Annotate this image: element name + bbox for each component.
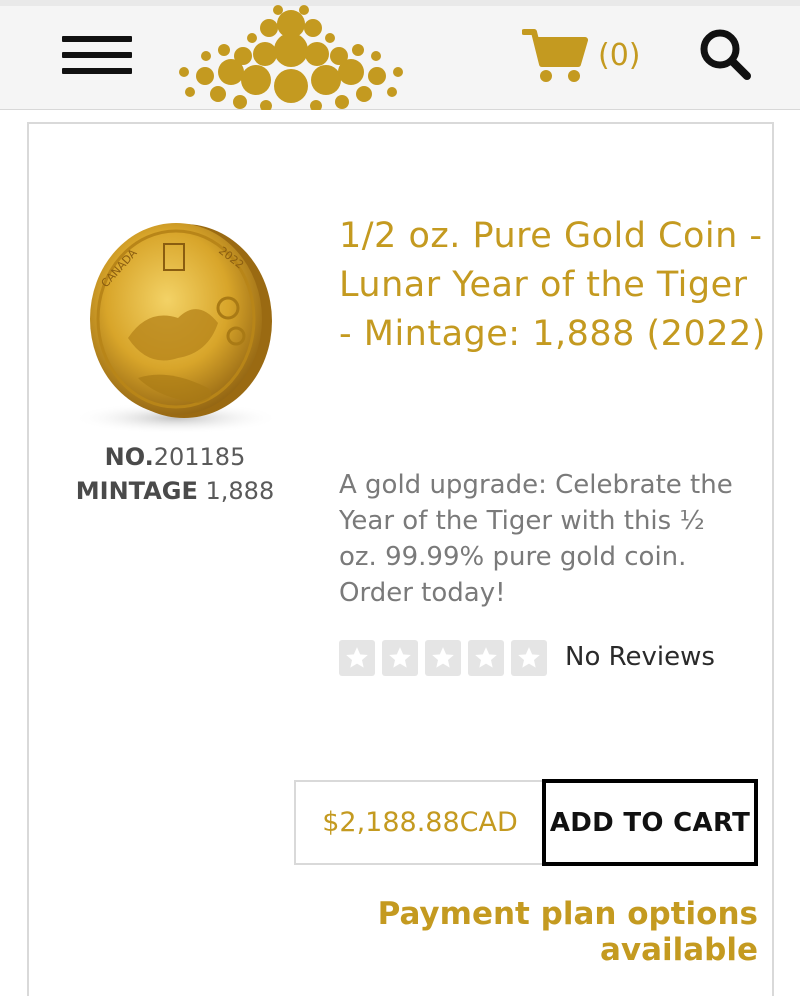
star-icon xyxy=(382,640,418,676)
brand-logo[interactable] xyxy=(168,4,414,110)
cart-count: (0) xyxy=(598,38,641,73)
product-number-value: 201185 xyxy=(153,443,246,471)
reviews-count-text[interactable]: No Reviews xyxy=(565,642,715,672)
mintage-value: 1,888 xyxy=(205,477,275,505)
menu-icon[interactable] xyxy=(62,36,132,78)
search-icon xyxy=(700,29,751,80)
star-icon xyxy=(425,640,461,676)
product-description: A gold upgrade: Celebrate the Year of th… xyxy=(339,470,733,608)
site-header: (0) xyxy=(0,0,800,110)
product-title[interactable]: 1/2 oz. Pure Gold Coin - Lunar Year of t… xyxy=(339,212,769,359)
cart-button[interactable]: (0) xyxy=(522,26,652,86)
product-meta: NO.201185 MINTAGE 1,888 xyxy=(60,440,290,508)
star-icon xyxy=(511,640,547,676)
star-icon xyxy=(339,640,375,676)
product-number-label: NO. xyxy=(104,443,154,471)
search-button[interactable] xyxy=(697,26,753,82)
mintage: MINTAGE 1,888 xyxy=(60,474,290,508)
rating[interactable]: No Reviews xyxy=(339,640,759,680)
mintage-label: MINTAGE xyxy=(75,477,198,505)
coin-image[interactable]: CANADA 2022 xyxy=(68,218,290,440)
price-display: $2,188.88CAD xyxy=(294,780,544,865)
cart-icon xyxy=(522,29,588,82)
add-to-cart-button[interactable]: ADD TO CART xyxy=(542,779,758,866)
star-icon xyxy=(468,640,504,676)
payment-plan-link[interactable]: Payment plan options available xyxy=(238,896,758,968)
product-number: NO.201185 xyxy=(60,440,290,474)
